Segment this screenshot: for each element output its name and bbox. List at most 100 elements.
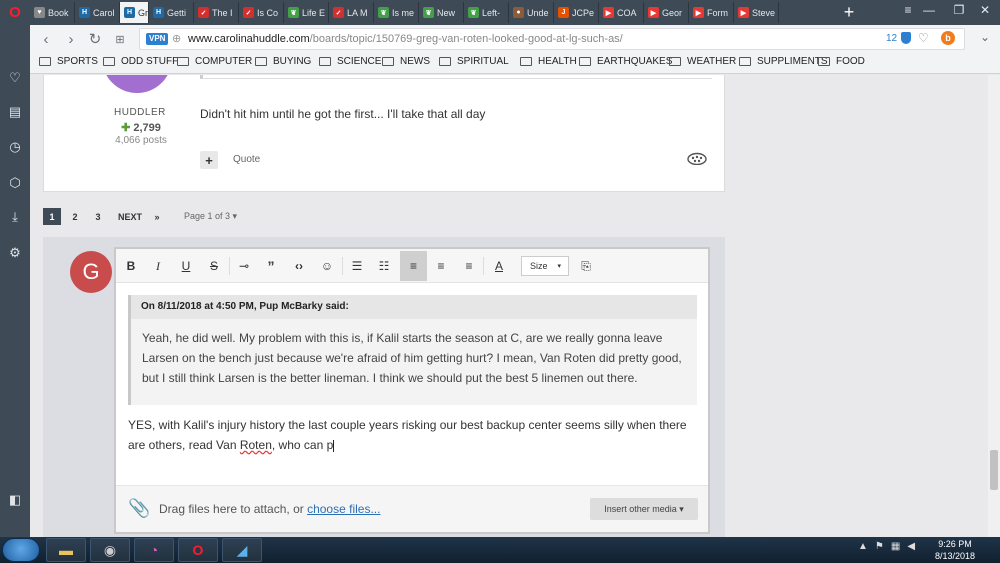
browser-tab[interactable]: ❦ New (419, 2, 464, 23)
start-button[interactable] (2, 538, 40, 562)
bookmark-folder[interactable]: ODD STUFF (103, 56, 178, 67)
bookmark-folder[interactable]: COMPUTER (177, 56, 252, 67)
forward-button[interactable]: › (61, 29, 81, 49)
bookmark-folder[interactable]: SCIENCE (319, 56, 381, 67)
reaction-icon[interactable] (687, 151, 707, 165)
choose-files-link[interactable]: choose files... (307, 502, 380, 516)
flag-icon[interactable]: ⚑ (875, 541, 884, 552)
next-page-button[interactable]: NEXT (113, 208, 147, 225)
close-window-button[interactable]: ✕ (970, 0, 1000, 20)
reload-button[interactable]: ↻ (85, 29, 105, 49)
strikethrough-button[interactable]: S (202, 255, 226, 277)
sidebar-toggle-icon[interactable]: ◧ (7, 492, 23, 508)
align-center-icon[interactable]: ≡ (429, 255, 453, 277)
browser-tab[interactable]: ▶ Steve (734, 2, 779, 23)
page-2-button[interactable]: 2 (66, 208, 84, 225)
tab-favicon-icon: ● (513, 7, 524, 18)
author-avatar[interactable] (102, 75, 172, 93)
tab-favicon-icon: ▶ (603, 7, 614, 18)
downloads-icon[interactable]: ⤓ (7, 209, 23, 225)
link-icon[interactable]: ⊸ (232, 255, 256, 277)
heart-icon[interactable]: ♡ (918, 31, 929, 45)
volume-icon[interactable]: ◀ (907, 541, 915, 552)
bookmark-folder[interactable]: BUYING (255, 56, 311, 67)
italic-button[interactable]: I (146, 255, 170, 277)
tab-favicon-icon: ❦ (288, 7, 299, 18)
minimize-button[interactable]: — (914, 0, 944, 20)
opera-taskbar-icon[interactable]: O (178, 538, 218, 562)
extension-icon[interactable]: b (941, 31, 955, 45)
download-arrow-icon[interactable]: ⌄ (980, 30, 990, 44)
browser-tab[interactable]: ✓ LA M (329, 2, 374, 23)
align-left-icon[interactable]: ≡ (400, 251, 427, 281)
clock[interactable]: 9:26 PM 8/13/2018 (920, 538, 990, 562)
browser-tab[interactable]: J JCPe (554, 2, 599, 23)
bookmark-folder[interactable]: FOOD (818, 56, 865, 67)
speed-dial-icon[interactable]: ⊞ (110, 29, 130, 49)
page-jump-dropdown[interactable]: Page 1 of 3 ▾ (184, 211, 237, 222)
last-page-button[interactable]: » (148, 208, 166, 225)
page-1-button[interactable]: 1 (43, 208, 61, 225)
vpn-badge[interactable]: VPN (146, 33, 169, 45)
browser-tab[interactable]: H Carol (75, 2, 120, 23)
app-icon[interactable]: ◉ (90, 538, 130, 562)
numbered-list-icon[interactable]: ☷ (372, 255, 396, 277)
extensions-cube-icon[interactable]: ⬡ (7, 175, 23, 191)
browser-tab[interactable]: ✓ The I (194, 2, 239, 23)
back-button[interactable]: ‹ (36, 29, 56, 49)
browser-tab[interactable]: ❦ Left- (464, 2, 509, 23)
browser-tab[interactable]: ● Unde (509, 2, 554, 23)
app-icon[interactable]: ◔ (134, 538, 174, 562)
browser-tab[interactable]: HGre (120, 2, 149, 23)
network-icon[interactable]: ▦ (891, 541, 900, 552)
align-right-icon[interactable]: ≡ (457, 255, 481, 277)
opera-menu-icon[interactable]: O (0, 0, 30, 25)
code-icon[interactable]: ‹› (287, 255, 311, 277)
font-size-select[interactable]: Size ▾ (521, 256, 569, 276)
bold-button[interactable]: B (119, 255, 143, 277)
bookmark-folder[interactable]: SUPPLIMENTS (739, 56, 828, 67)
quote-button[interactable]: Quote (233, 154, 260, 165)
bookmark-folder[interactable]: WEATHER (669, 56, 736, 67)
tab-label: Steve (752, 7, 776, 18)
browser-tab[interactable]: H Getti (149, 2, 194, 23)
page-3-button[interactable]: 3 (89, 208, 107, 225)
bookmark-folder[interactable]: SPIRITUAL (439, 56, 509, 67)
news-icon[interactable]: ▤ (7, 104, 23, 120)
app-icon[interactable]: ◢ (222, 538, 262, 562)
browser-tab[interactable]: ❦ Life E (284, 2, 329, 23)
shield-icon[interactable] (901, 32, 911, 44)
preview-icon[interactable]: ⎘ (574, 255, 598, 277)
text-color-icon[interactable]: A (487, 255, 511, 277)
underline-button[interactable]: U (174, 255, 198, 277)
bullet-list-icon[interactable]: ☰ (345, 255, 369, 277)
tab-favicon-icon: ❦ (378, 7, 389, 18)
address-field[interactable]: VPN ⊕ www.carolinahuddle.com/boards/topi… (139, 28, 965, 50)
browser-tab[interactable]: ✓ Is Co (239, 2, 284, 23)
post-body: Didn't hit him until he got the first...… (200, 107, 486, 121)
insert-media-button[interactable]: Insert other media ▾ (590, 498, 698, 520)
scrollbar-thumb[interactable] (990, 450, 998, 490)
quote-icon[interactable]: ” (259, 255, 283, 277)
bookmark-folder[interactable]: SPORTS (39, 56, 98, 67)
file-explorer-icon[interactable]: ▬ (46, 538, 86, 562)
url-text: www.carolinahuddle.com/boards/topic/1507… (188, 33, 623, 45)
multiquote-button[interactable]: + (200, 151, 218, 169)
browser-tab[interactable]: ❦ Is me (374, 2, 419, 23)
history-clock-icon[interactable]: ◷ (7, 139, 23, 155)
heart-icon[interactable]: ♡ (7, 70, 23, 86)
bookmark-folder[interactable]: EARTHQUAKES (579, 56, 672, 67)
emoji-icon[interactable]: ☺ (315, 255, 339, 277)
bookmark-folder[interactable]: NEWS (382, 56, 430, 67)
browser-tab[interactable]: ▶ COA (599, 2, 644, 23)
browser-tab[interactable]: ♥ Book (30, 2, 75, 23)
browser-tab[interactable]: ▶ Form (689, 2, 734, 23)
tray-arrow-icon[interactable]: ▲ (858, 541, 868, 552)
reply-text-input[interactable]: YES, with Kalil's injury history the las… (128, 415, 700, 455)
bookmark-folder[interactable]: HEALTH (520, 56, 577, 67)
browser-tab[interactable]: ▶ Geor (644, 2, 689, 23)
new-tab-button[interactable]: + (838, 0, 860, 25)
toolbar-divider (229, 257, 230, 275)
settings-gear-icon[interactable]: ⚙ (7, 245, 23, 261)
scrollbar[interactable] (988, 75, 1000, 537)
